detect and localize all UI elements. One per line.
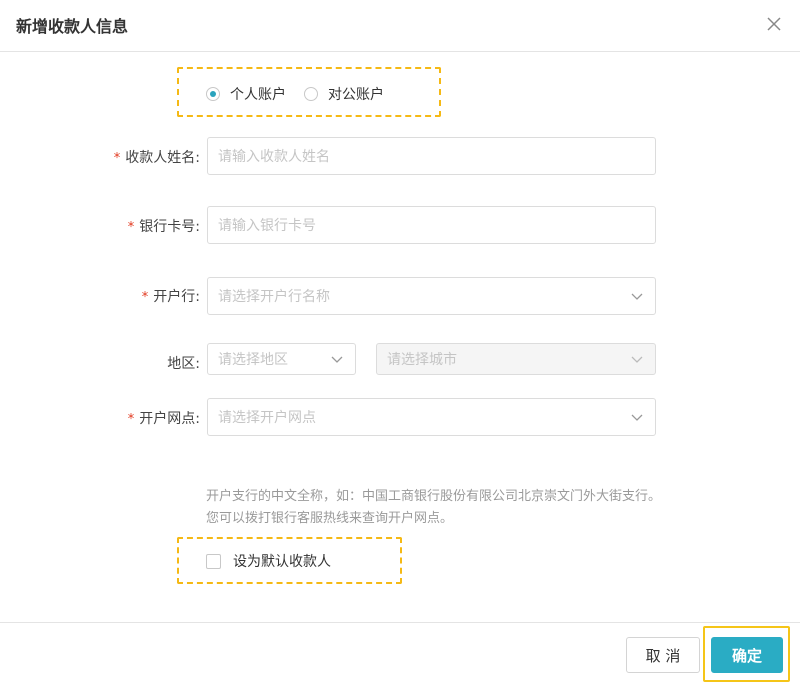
required-mark: *: [127, 412, 135, 427]
chevron-down-icon: [631, 356, 643, 363]
cancel-button[interactable]: 取 消: [626, 637, 700, 673]
payee-name-label: * 收款人姓名:: [113, 150, 200, 166]
branch-select[interactable]: 请选择开户网点: [207, 398, 656, 436]
card-number-placeholder: 请输入银行卡号: [218, 218, 316, 234]
payee-name-placeholder: 请输入收款人姓名: [218, 149, 330, 165]
default-payee-checkbox-row[interactable]: 设为默认收款人: [206, 551, 331, 571]
radio-corporate-indicator[interactable]: [304, 87, 318, 101]
province-placeholder: 请选择地区: [218, 352, 288, 368]
radio-corporate-label: 对公账户: [328, 87, 384, 103]
default-payee-label: 设为默认收款人: [233, 554, 331, 570]
radio-personal-account[interactable]: 个人账户: [206, 84, 286, 104]
confirm-button[interactable]: 确定: [711, 637, 783, 673]
account-type-radio-group: 个人账户 对公账户: [206, 84, 402, 104]
region-label: 地区:: [167, 356, 200, 372]
chevron-down-icon: [631, 293, 643, 300]
branch-placeholder: 请选择开户网点: [218, 410, 316, 426]
chevron-down-icon: [331, 356, 343, 363]
close-icon: [767, 17, 781, 31]
bank-select[interactable]: 请选择开户行名称: [207, 277, 656, 315]
default-payee-checkbox[interactable]: [206, 553, 221, 569]
radio-personal-indicator[interactable]: [206, 87, 220, 101]
chevron-down-icon: [631, 414, 643, 421]
card-number-label: * 银行卡号:: [127, 219, 200, 235]
branch-hint-text: 开户支行的中文全称，如：中国工商银行股份有限公司北京崇文门外大街支行。 您可以拨…: [206, 489, 662, 526]
bank-label: * 开户行:: [141, 289, 200, 305]
radio-personal-label: 个人账户: [230, 87, 286, 103]
payee-name-input[interactable]: 请输入收款人姓名: [207, 137, 656, 175]
province-select[interactable]: 请选择地区: [207, 343, 356, 375]
card-number-input[interactable]: 请输入银行卡号: [207, 206, 656, 244]
radio-corporate-account[interactable]: 对公账户: [304, 84, 384, 104]
city-placeholder: 请选择城市: [387, 352, 457, 368]
required-mark: *: [127, 220, 135, 235]
branch-label: * 开户网点:: [127, 411, 200, 427]
required-mark: *: [141, 290, 149, 305]
dialog-title: 新增收款人信息: [16, 17, 129, 36]
dialog-header: 新增收款人信息: [0, 0, 800, 52]
city-select[interactable]: 请选择城市: [376, 343, 656, 375]
bank-placeholder: 请选择开户行名称: [218, 289, 330, 305]
required-mark: *: [113, 151, 121, 166]
close-button[interactable]: [760, 10, 788, 38]
